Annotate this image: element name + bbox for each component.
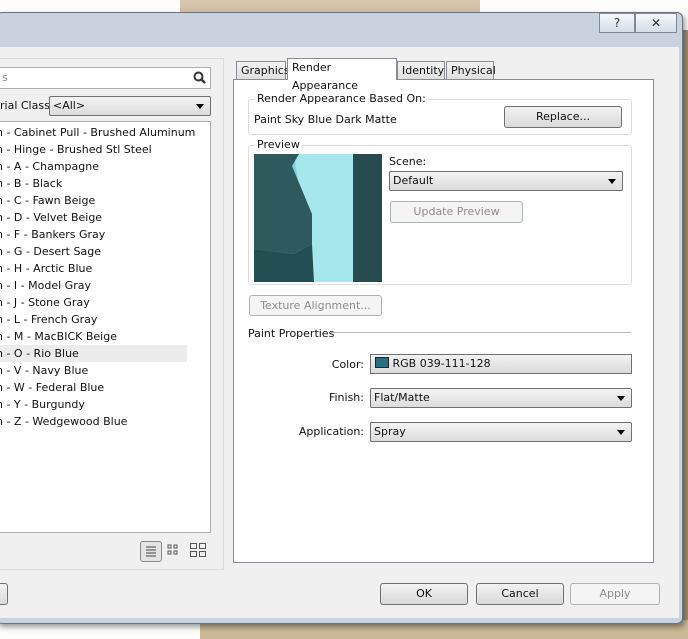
color-value: RGB 039-111-128	[393, 357, 491, 370]
chevron-down-icon	[617, 430, 625, 435]
chevron-down-icon	[608, 179, 616, 184]
list-view-button[interactable]	[140, 541, 162, 562]
help-button[interactable]: ?	[599, 13, 635, 33]
close-button[interactable]: ✕	[635, 13, 677, 33]
update-preview-button[interactable]: Update Preview	[390, 201, 523, 223]
cancel-button[interactable]: Cancel	[476, 583, 564, 605]
preview-image	[254, 154, 382, 282]
search-placeholder: s	[2, 71, 8, 84]
scene-select[interactable]: Default	[389, 171, 623, 191]
list-item[interactable]: n - Cabinet Pull - Brushed Aluminum	[0, 124, 187, 141]
texture-alignment-button[interactable]: Texture Alignment...	[249, 295, 382, 316]
color-button[interactable]: RGB 039-111-128	[370, 354, 632, 374]
material-list[interactable]: n - Cabinet Pull - Brushed Aluminumn - H…	[0, 121, 211, 533]
list-item[interactable]: n - Y - Burgundy	[0, 396, 187, 413]
list-item[interactable]: n - A - Champagne	[0, 158, 187, 175]
list-item[interactable]: n - Z - Wedgewood Blue	[0, 413, 187, 430]
search-icon[interactable]	[193, 71, 206, 91]
tab-graphics[interactable]: Graphics	[236, 61, 286, 79]
replace-button[interactable]: Replace...	[504, 106, 622, 128]
large-icons-icon	[189, 542, 207, 558]
color-swatch	[375, 357, 389, 368]
large-icons-view-button[interactable]	[189, 542, 207, 561]
application-value: Spray	[374, 425, 406, 438]
finish-select[interactable]: Flat/Matte	[370, 388, 632, 408]
list-item[interactable]: n - F - Bankers Gray	[0, 226, 187, 243]
preview-label: Preview	[255, 138, 302, 151]
list-view-icon	[141, 542, 161, 561]
scene-value: Default	[393, 174, 433, 187]
list-item[interactable]: n - J - Stone Gray	[0, 294, 187, 311]
list-item[interactable]: n - C - Fawn Beige	[0, 192, 187, 209]
application-label: Application:	[290, 425, 364, 438]
list-item[interactable]: n - I - Model Gray	[0, 277, 187, 294]
list-item[interactable]: n - H - Arctic Blue	[0, 260, 187, 277]
list-item[interactable]: n - O - Rio Blue	[0, 345, 187, 362]
left-button-partial[interactable]	[0, 583, 8, 605]
small-icons-icon	[166, 543, 180, 557]
material-class-value: <All>	[53, 99, 85, 112]
material-class-select[interactable]: <All>	[49, 96, 211, 116]
finish-label: Finish:	[300, 391, 364, 404]
paint-properties-label: Paint Properties	[248, 327, 334, 340]
based-on-value: Paint Sky Blue Dark Matte	[254, 113, 397, 126]
ok-button[interactable]: OK	[380, 583, 468, 605]
chevron-down-icon	[617, 396, 625, 401]
list-item[interactable]: n - L - French Gray	[0, 311, 187, 328]
list-item[interactable]: n - B - Black	[0, 175, 187, 192]
finish-value: Flat/Matte	[374, 391, 430, 404]
application-select[interactable]: Spray	[370, 422, 632, 442]
chevron-down-icon	[196, 104, 204, 109]
tab-render-appearance[interactable]: Render Appearance	[287, 58, 397, 80]
color-label: Color:	[300, 358, 364, 371]
list-item[interactable]: n - Hinge - Brushed Stl Steel	[0, 141, 187, 158]
separator	[330, 332, 631, 333]
tab-identity[interactable]: Identity	[397, 61, 445, 79]
search-input[interactable]: s	[0, 67, 211, 89]
list-item[interactable]: n - G - Desert Sage	[0, 243, 187, 260]
list-item[interactable]: n - W - Federal Blue	[0, 379, 187, 396]
list-item[interactable]: n - V - Navy Blue	[0, 362, 187, 379]
list-item[interactable]: n - M - MacBICK Beige	[0, 328, 187, 345]
list-item[interactable]: n - D - Velvet Beige	[0, 209, 187, 226]
scene-label: Scene:	[389, 155, 426, 168]
tab-physical[interactable]: Physical	[446, 61, 494, 79]
small-icons-view-button[interactable]	[166, 543, 180, 560]
material-class-label: rial Class:	[0, 99, 54, 112]
apply-button[interactable]: Apply	[570, 583, 660, 605]
